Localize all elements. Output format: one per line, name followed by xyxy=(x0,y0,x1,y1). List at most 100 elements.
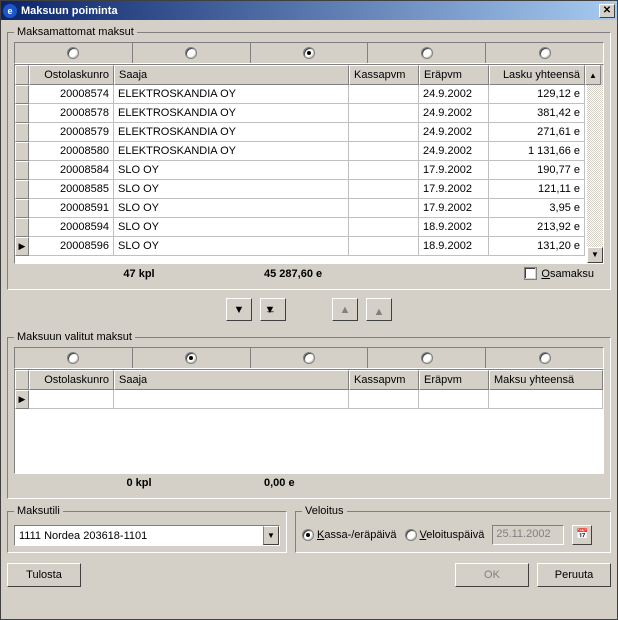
cell-era: 18.9.2002 xyxy=(419,218,489,237)
grid-unpaid-body[interactable]: 20008574ELEKTROSKANDIA OY24.9.2002129,12… xyxy=(15,85,603,263)
totals-bottom-count: 0 kpl xyxy=(14,477,264,489)
table-row[interactable]: 20008584SLO OY17.9.2002190,77 e xyxy=(15,161,603,180)
col-b-id[interactable]: Ostolaskunro xyxy=(29,370,114,390)
group-veloitus: Veloitus Kassa-/eräpäivä Veloituspäivä 2… xyxy=(295,505,611,553)
table-row[interactable]: ▶20008596SLO OY18.9.2002131,20 e xyxy=(15,237,603,256)
titlebar: e Maksuun poiminta ✕ xyxy=(1,1,617,20)
cell-id: 20008578 xyxy=(29,104,114,123)
move-all-up-button[interactable]: ▲ xyxy=(366,298,392,321)
calendar-icon[interactable]: 📅 xyxy=(572,525,592,545)
osamaksu-label: Osamaksu xyxy=(541,268,594,280)
cell-kassa xyxy=(349,218,419,237)
row-marker-current: ▶ xyxy=(15,390,29,409)
filter-radio-5[interactable] xyxy=(486,43,603,63)
table-row[interactable]: 20008574ELEKTROSKANDIA OY24.9.2002129,12… xyxy=(15,85,603,104)
col-b-payee[interactable]: Saaja xyxy=(114,370,349,390)
cell-kassa xyxy=(349,180,419,199)
filter-radio-4[interactable] xyxy=(368,43,486,63)
table-row[interactable]: 20008579ELEKTROSKANDIA OY24.9.2002271,61… xyxy=(15,123,603,142)
veloitus-opt2[interactable]: Veloituspäivä xyxy=(405,529,485,541)
move-up-button[interactable]: ▲ xyxy=(332,298,358,321)
cell-amount: 3,95 e xyxy=(489,199,585,218)
cell-kassa xyxy=(349,199,419,218)
row-marker xyxy=(15,142,29,161)
row-marker xyxy=(15,123,29,142)
col-kassa[interactable]: Kassapvm xyxy=(349,65,419,85)
filter-b-radio-2[interactable] xyxy=(133,348,251,368)
col-era[interactable]: Eräpvm xyxy=(419,65,489,85)
col-id[interactable]: Ostolaskunro xyxy=(29,65,114,85)
cell-payee: ELEKTROSKANDIA OY xyxy=(114,123,349,142)
totals-top: 47 kpl 45 287,60 e Osamaksu xyxy=(14,264,604,283)
scroll-up-btn[interactable]: ▲ xyxy=(585,65,601,85)
cell-empty-kassa xyxy=(349,390,419,409)
chevron-down-icon[interactable]: ▼ xyxy=(263,526,279,545)
grid-unpaid: Ostolaskunro Saaja Kassapvm Eräpvm Lasku… xyxy=(14,64,604,264)
filter-b-radio-4[interactable] xyxy=(368,348,486,368)
cell-amount: 121,11 e xyxy=(489,180,585,199)
cell-payee: SLO OY xyxy=(114,237,349,256)
filter-radios-top xyxy=(14,42,604,64)
cancel-button[interactable]: Peruuta xyxy=(537,563,611,587)
scroll-down-btn[interactable]: ▼ xyxy=(587,247,603,263)
client-area: Maksamattomat maksut Ostolaskunro Saaja … xyxy=(1,20,617,619)
account-combo[interactable]: 1111 Nordea 203618-1101 ▼ xyxy=(14,525,280,546)
radio-icon xyxy=(302,529,314,541)
move-down-button[interactable]: ▼ xyxy=(226,298,252,321)
filter-radio-1[interactable] xyxy=(15,43,133,63)
osamaksu-checkbox[interactable]: Osamaksu xyxy=(524,267,594,280)
filter-b-radio-1[interactable] xyxy=(15,348,133,368)
cell-era: 17.9.2002 xyxy=(419,199,489,218)
row-marker xyxy=(15,161,29,180)
account-value: 1111 Nordea 203618-1101 xyxy=(15,526,263,545)
filter-radio-2[interactable] xyxy=(133,43,251,63)
col-b-era[interactable]: Eräpvm xyxy=(419,370,489,390)
table-row[interactable]: 20008585SLO OY17.9.2002121,11 e xyxy=(15,180,603,199)
ok-button[interactable]: OK xyxy=(455,563,529,587)
print-button[interactable]: Tulosta xyxy=(7,563,81,587)
app-window: e Maksuun poiminta ✕ Maksamattomat maksu… xyxy=(0,0,618,620)
filter-radio-3[interactable] xyxy=(251,43,369,63)
col-b-kassa[interactable]: Kassapvm xyxy=(349,370,419,390)
table-row[interactable]: 20008578ELEKTROSKANDIA OY24.9.2002381,42… xyxy=(15,104,603,123)
filter-b-radio-5[interactable] xyxy=(486,348,603,368)
table-row[interactable]: 20008591SLO OY 17.9.20023,95 e xyxy=(15,199,603,218)
veloitus-opt1[interactable]: Kassa-/eräpäivä xyxy=(302,529,397,541)
cell-era: 18.9.2002 xyxy=(419,237,489,256)
cell-payee: SLO OY xyxy=(114,218,349,237)
cell-amount: 190,77 e xyxy=(489,161,585,180)
checkbox-icon xyxy=(524,267,537,280)
scroll-track[interactable] xyxy=(587,85,603,247)
cell-payee: SLO OY xyxy=(114,199,349,218)
close-icon[interactable]: ✕ xyxy=(599,4,615,18)
group-selected: Maksuun valitut maksut Ostolaskunro Saaj… xyxy=(7,331,611,499)
maksutili-legend: Maksutili xyxy=(14,505,63,517)
table-row-empty[interactable]: ▶ xyxy=(15,390,603,409)
cell-kassa xyxy=(349,104,419,123)
col-payee[interactable]: Saaja xyxy=(114,65,349,85)
row-marker: ▶ xyxy=(15,237,29,256)
col-amount[interactable]: Lasku yhteensä xyxy=(489,65,585,85)
cell-payee: ELEKTROSKANDIA OY xyxy=(114,104,349,123)
cell-payee: SLO OY xyxy=(114,180,349,199)
grid-selected-body[interactable]: ▶ xyxy=(15,390,603,473)
filter-b-radio-3[interactable] xyxy=(251,348,369,368)
filter-radios-bottom xyxy=(14,347,604,369)
totals-bottom-sum: 0,00 e xyxy=(264,477,404,489)
group-unpaid: Maksamattomat maksut Ostolaskunro Saaja … xyxy=(7,26,611,290)
col-b-amount[interactable]: Maksu yhteensä xyxy=(489,370,603,390)
window-title: Maksuun poiminta xyxy=(21,5,599,17)
cell-id: 20008574 xyxy=(29,85,114,104)
radio-icon xyxy=(405,529,417,541)
table-row[interactable]: 20008580ELEKTROSKANDIA OY24.9.20021 131,… xyxy=(15,142,603,161)
cell-id: 20008591 xyxy=(29,199,114,218)
grid-b-corner xyxy=(15,370,29,390)
cell-amount: 129,12 e xyxy=(489,85,585,104)
vscrollbar[interactable]: ▼ xyxy=(587,85,603,263)
cell-amount: 213,92 e xyxy=(489,218,585,237)
move-all-down-button[interactable]: ▼_ xyxy=(260,298,286,321)
table-row[interactable]: 20008594SLO OY18.9.2002213,92 e xyxy=(15,218,603,237)
cell-id: 20008579 xyxy=(29,123,114,142)
app-icon: e xyxy=(3,4,17,18)
row-marker xyxy=(15,104,29,123)
